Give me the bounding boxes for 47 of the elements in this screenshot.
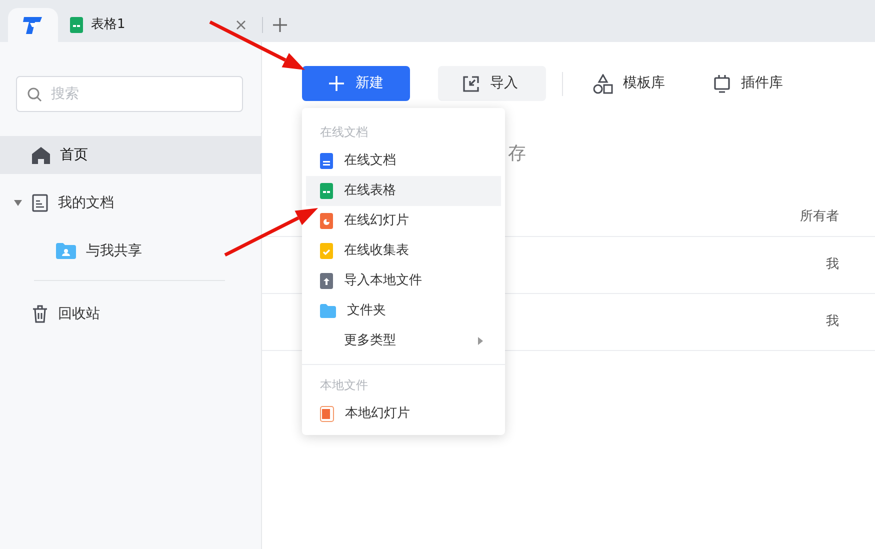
shared-folder-icon: [56, 243, 76, 259]
document-icon: [32, 194, 48, 212]
checklist-icon: [320, 243, 333, 259]
import-icon: [462, 74, 480, 92]
menu-item[interactable]: 更多类型: [306, 326, 501, 356]
plus-icon: [328, 76, 344, 91]
add-tab-icon[interactable]: [273, 18, 287, 32]
trash-icon: [32, 305, 48, 323]
search-field[interactable]: 搜索: [16, 76, 243, 112]
menu-section-label: 在线文档: [319, 124, 369, 141]
menu-item[interactable]: 在线文档: [306, 146, 501, 176]
plug-icon: [713, 74, 731, 94]
sidebar-item[interactable]: 与我共享: [0, 232, 261, 270]
presentation-icon: [320, 213, 333, 229]
menu-item[interactable]: 文件夹: [306, 296, 501, 326]
presentation-icon: [320, 406, 334, 422]
menu-item[interactable]: 在线收集表: [306, 236, 501, 266]
spreadsheet-icon: [70, 17, 83, 33]
table-cell-text: 我: [826, 256, 839, 274]
sidebar-item[interactable]: 首页: [0, 136, 261, 174]
toolbar-button[interactable]: 模板库: [569, 66, 689, 101]
tab-title: 表格1: [91, 16, 126, 34]
tab[interactable]: 表格1: [58, 8, 258, 42]
tab[interactable]: [8, 8, 58, 42]
sidebar-item[interactable]: 我的文档: [0, 184, 261, 222]
spreadsheet-icon: [320, 183, 333, 199]
menu-item[interactable]: 本地幻灯片: [306, 399, 501, 429]
upload-icon: [320, 273, 333, 289]
shapes-icon: [593, 74, 613, 94]
submenu-arrow-icon: [478, 337, 483, 345]
section-title: 存: [508, 142, 526, 166]
folder-icon: [320, 304, 336, 318]
toolbar-button[interactable]: 导入: [438, 66, 546, 101]
menu-section-label: 本地文件: [319, 377, 369, 394]
menu-item[interactable]: 在线表格: [306, 176, 501, 206]
close-icon[interactable]: [236, 20, 246, 30]
logo-icon: [22, 14, 44, 36]
document-icon: [320, 153, 333, 169]
toolbar-button[interactable]: 插件库: [689, 66, 807, 101]
home-icon: [32, 146, 50, 164]
column-header: 所有者: [800, 208, 839, 226]
sidebar-item[interactable]: 回收站: [0, 295, 261, 333]
table-cell-text: 我: [826, 313, 839, 332]
caret-icon[interactable]: [14, 200, 22, 206]
menu-item[interactable]: 在线幻灯片: [306, 206, 501, 236]
menu-item[interactable]: 导入本地文件: [306, 266, 501, 296]
new-button[interactable]: 新建: [302, 66, 410, 101]
